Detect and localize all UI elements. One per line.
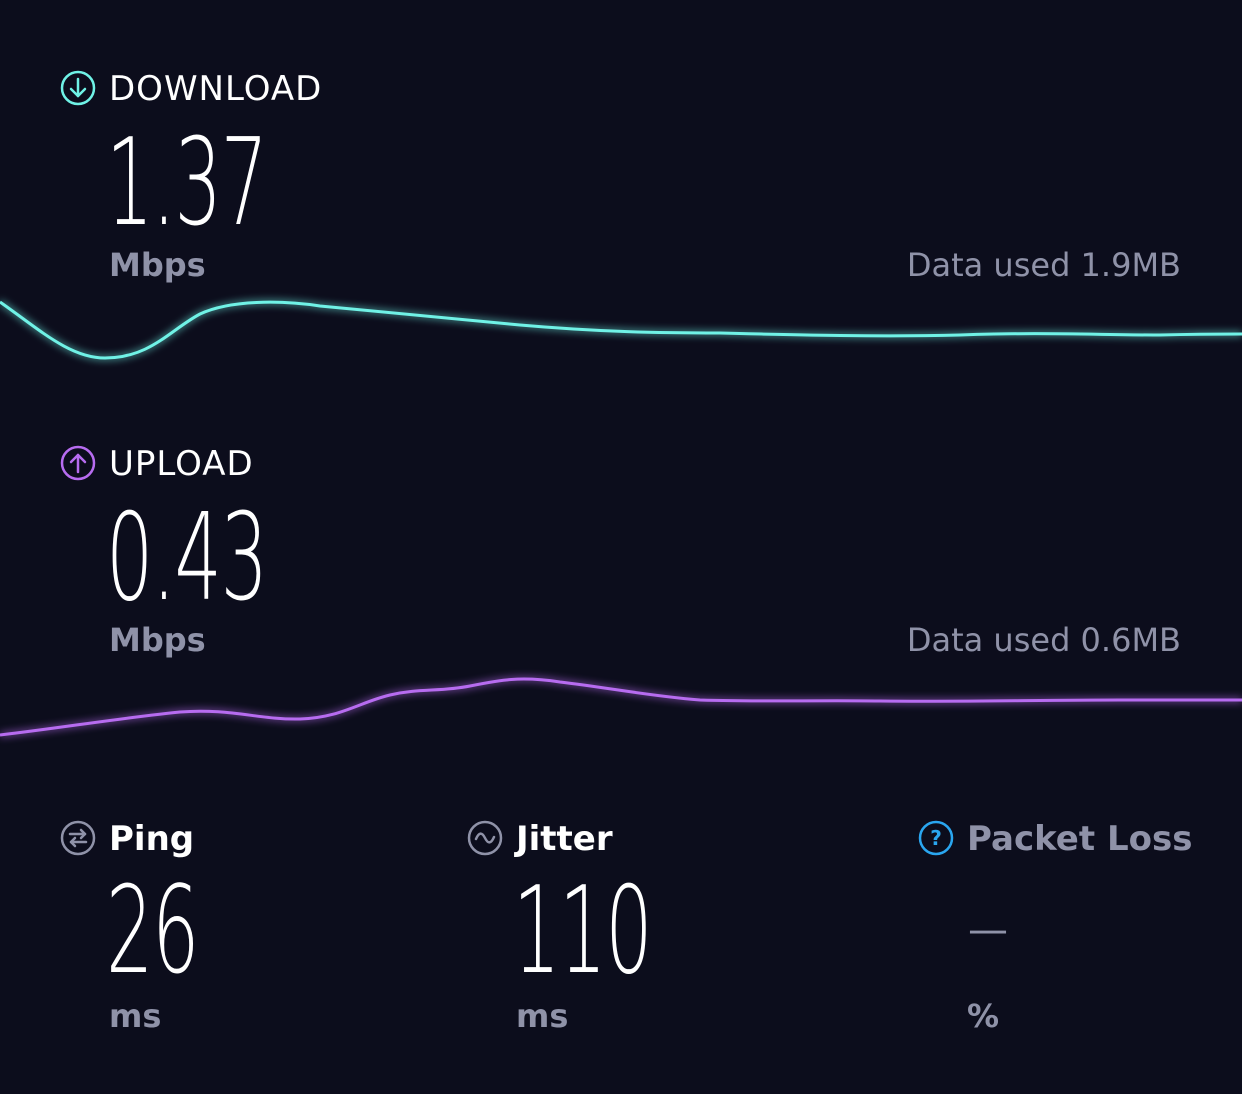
jitter-label: Jitter [516, 819, 613, 859]
packet-loss-label: Packet Loss [967, 819, 1193, 859]
ping-icon [60, 820, 96, 856]
ping-unit: ms [109, 997, 162, 1035]
jitter-unit: ms [516, 997, 569, 1035]
download-unit: Mbps [109, 246, 206, 284]
upload-unit: Mbps [109, 621, 206, 659]
jitter-value: 110 [513, 862, 653, 1001]
download-speed-graph [0, 300, 1242, 360]
download-data-used: Data used 1.9MB [906, 246, 1181, 284]
upload-speed-graph [0, 677, 1242, 737]
help-question-icon[interactable]: ? [918, 820, 954, 856]
upload-label: UPLOAD [109, 444, 254, 484]
ping-label: Ping [109, 819, 195, 859]
download-label: DOWNLOAD [109, 69, 323, 109]
upload-value: 0.43 [106, 489, 268, 628]
packet-loss-unit: % [967, 997, 1000, 1035]
ping-value: 26 [106, 862, 199, 1001]
upload-graph-line [0, 677, 1242, 737]
jitter-icon [467, 820, 503, 856]
packet-loss-value: — [968, 907, 1008, 953]
download-arrow-icon [60, 70, 96, 106]
download-graph-line [0, 300, 1242, 360]
download-value: 1.37 [106, 114, 268, 253]
upload-arrow-icon [60, 445, 96, 481]
svg-text:?: ? [930, 826, 942, 850]
upload-data-used: Data used 0.6MB [906, 621, 1181, 659]
